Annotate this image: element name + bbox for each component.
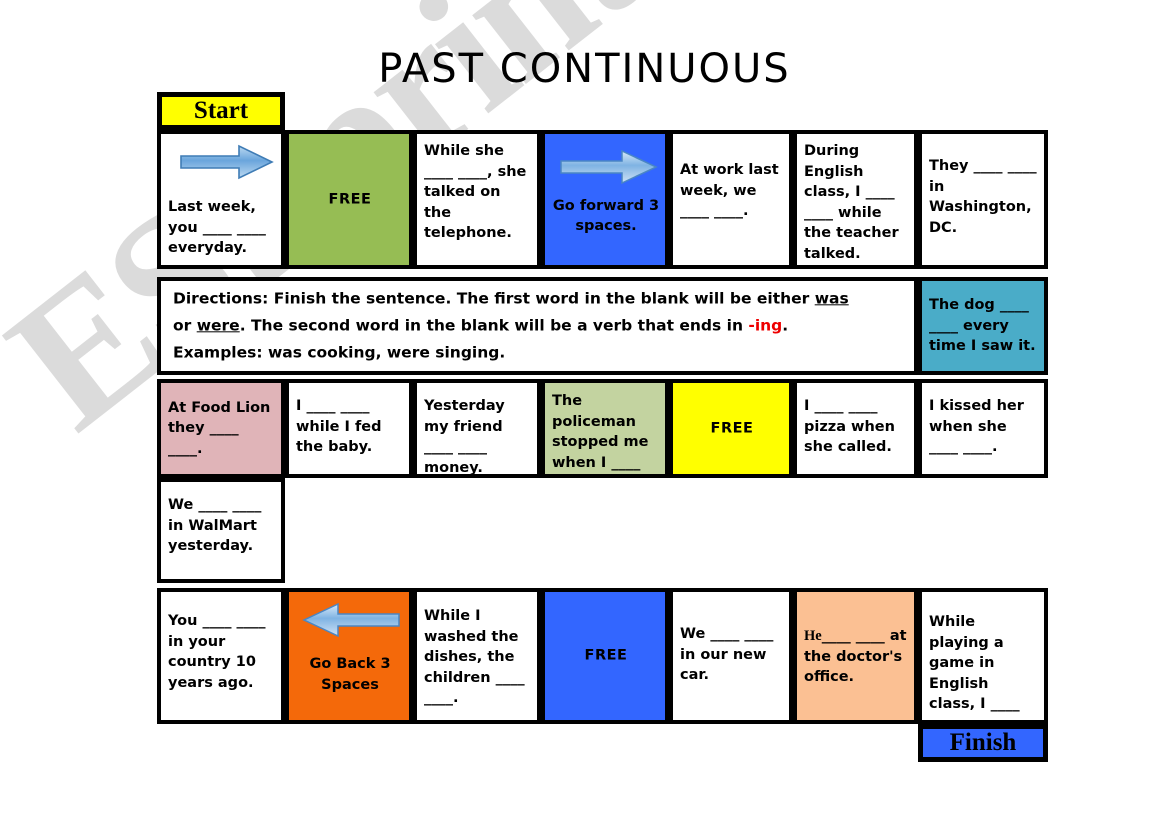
cell-text: While I washed the dishes, the children … — [424, 608, 525, 707]
directions-line3: Examples: was cooking, were singing. — [173, 343, 506, 362]
cell-text: FREE — [584, 647, 628, 664]
cell-text: Go Back 3 Spaces — [309, 656, 391, 693]
cell-text: I ____ ____ while I fed the baby. — [296, 398, 382, 456]
cell-text: We ____ ____ in WalMart yesterday. — [168, 497, 262, 555]
board-cell-12[interactable]: The policeman stopped me when I ____ ___… — [541, 379, 669, 478]
start-cell: Start — [157, 92, 285, 130]
directions-line1-a: Directions: Finish the sentence. The fir… — [173, 289, 815, 308]
board-cell-4[interactable]: Go forward 3 spaces. — [541, 130, 669, 269]
board-cell-3[interactable]: While she ____ ____, she talked on the t… — [413, 130, 541, 269]
right-arrow-icon — [560, 149, 658, 185]
board-cell-7[interactable]: They ____ ____ in Washington, DC. — [918, 130, 1048, 269]
board-cell-1[interactable]: Last week, you ____ ____ everyday. — [157, 130, 285, 269]
board-cell-13[interactable]: FREE — [669, 379, 793, 478]
board-cell-11[interactable]: Yesterday my friend ____ ____ money. — [413, 379, 541, 478]
board-cell-6[interactable]: During English class, I ____ ____ while … — [793, 130, 918, 269]
right-arrow-icon — [180, 144, 274, 180]
cell-text: While she ____ ____, she talked on the t… — [424, 143, 527, 242]
cell-text: You ____ ____ in your country 10 years a… — [168, 613, 266, 691]
cell-text: Last week, you ____ ____ everyday. — [168, 199, 266, 257]
finish-cell: Finish — [918, 724, 1048, 762]
directions-ing: -ing — [748, 316, 783, 335]
board-cell-19[interactable]: While I washed the dishes, the children … — [413, 588, 541, 724]
cell-text: They ____ ____ in Washington, DC. — [929, 158, 1037, 236]
board-cell-9[interactable]: At Food Lion they ____ ____. — [157, 379, 285, 478]
directions-line2-c: . The second word in the blank will be a… — [239, 316, 749, 335]
directions-line2-e: . — [782, 316, 789, 335]
page-title: PAST CONTINUOUS — [378, 46, 791, 92]
directions-line2-a: or — [173, 316, 197, 335]
cell-text: He____ ____ at the doctor's office. — [804, 628, 907, 686]
cell-text: At Food Lion they ____ ____. — [168, 399, 271, 457]
start-label: Start — [193, 97, 249, 124]
board-cell-14[interactable]: I ____ ____ pizza when she called. — [793, 379, 918, 478]
board-cell-20[interactable]: FREE — [541, 588, 669, 724]
board-cell-8[interactable]: The dog ____ ____ every time I saw it. — [918, 277, 1048, 375]
cell-text: While playing a game in English class, I… — [929, 614, 1020, 720]
board-cell-15[interactable]: I kissed her when she ____ ____. — [918, 379, 1048, 478]
board-cell-2[interactable]: FREE — [285, 130, 413, 269]
finish-label: Finish — [949, 729, 1017, 756]
left-arrow-icon — [302, 602, 400, 638]
board-cell-23[interactable]: While playing a game in English class, I… — [918, 588, 1048, 724]
cell-text: I ____ ____ pizza when she called. — [804, 398, 895, 456]
board-cell-21[interactable]: We ____ ____ in our new car. — [669, 588, 793, 724]
board-cell-18[interactable]: Go Back 3 Spaces — [285, 588, 413, 724]
cell-text: FREE — [328, 191, 372, 208]
directions-were: were — [196, 316, 240, 335]
directions-box: Directions: Finish the sentence. The fir… — [157, 277, 918, 375]
cell-text: Yesterday my friend ____ ____ money. — [424, 398, 505, 476]
cell-text: At work last week, we ____ ____. — [680, 162, 779, 220]
board-cell-16[interactable]: We ____ ____ in WalMart yesterday. — [157, 478, 285, 583]
board-cell-5[interactable]: At work last week, we ____ ____. — [669, 130, 793, 269]
cell-text: Go forward 3 spaces. — [552, 197, 660, 235]
cell-text: I kissed her when she ____ ____. — [929, 398, 1024, 456]
cell-text: The dog ____ ____ every time I saw it. — [929, 297, 1036, 355]
directions-was: was — [814, 289, 849, 308]
game-board: ESLprintables.com PAST CONTINUOUS Start … — [0, 0, 1169, 821]
board-cell-10[interactable]: I ____ ____ while I fed the baby. — [285, 379, 413, 478]
board-cell-17[interactable]: You ____ ____ in your country 10 years a… — [157, 588, 285, 724]
cell-text: The policeman stopped me when I ____ ___… — [552, 393, 649, 471]
board-cell-22[interactable]: He____ ____ at the doctor's office. — [793, 588, 918, 724]
cell-text: We ____ ____ in our new car. — [680, 626, 774, 684]
cell-text: During English class, I ____ ____ while … — [804, 143, 899, 262]
cell-text: FREE — [710, 420, 754, 437]
directions-text: Directions: Finish the sentence. The fir… — [173, 285, 904, 366]
